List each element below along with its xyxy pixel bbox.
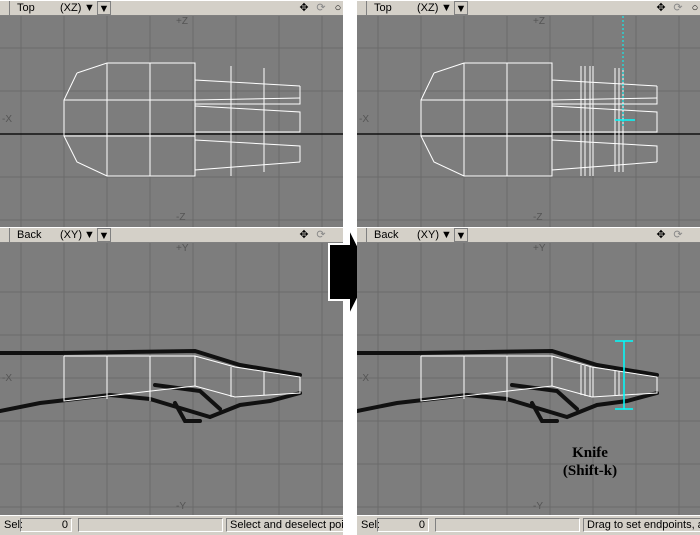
- zoom-icon[interactable]: ○: [687, 1, 700, 15]
- axis-left-label: -X: [359, 114, 369, 125]
- axis-top-label: +Y: [176, 243, 189, 254]
- axis-top-label: +Z: [176, 16, 188, 27]
- move-icon[interactable]: ✥: [653, 1, 669, 15]
- axis-left-label: -X: [2, 114, 12, 125]
- top-viewport-header: Top (XZ) ▼ ▼ ✥ ⟳ ○: [0, 0, 343, 16]
- status-bar: Sel: 0 Drag to set endpoints, a: [357, 515, 700, 535]
- axis-bottom-label: -Z: [176, 212, 186, 223]
- back-viewport[interactable]: +Y -Y -X: [0, 243, 343, 515]
- dropdown-arrow-icon[interactable]: ▼: [441, 228, 452, 242]
- sel-count: 0: [377, 518, 429, 532]
- back-viewport-header: Back (XY) ▼ ▼ ✥ ⟳: [357, 227, 700, 243]
- caption-shortcut: (Shift-k): [562, 463, 618, 479]
- axis-left-label: -X: [2, 373, 12, 384]
- view-type-dropdown[interactable]: ▼: [454, 228, 468, 242]
- progress-field: [78, 518, 223, 532]
- sel-count: 0: [20, 518, 72, 532]
- top-viewport-header: Top (XZ) ▼ ▼ ✥ ⟳ ○: [357, 0, 700, 16]
- axis-bottom-label: -Y: [176, 501, 186, 512]
- axis-left-label: -X: [359, 373, 369, 384]
- left-panel: Top (XZ) ▼ ▼ ✥ ⟳ ○ +Z -Z -X Back (XY) ▼ …: [0, 0, 343, 535]
- dropdown-arrow-icon[interactable]: ▼: [84, 228, 95, 242]
- top-viewport-canvas: [357, 16, 700, 227]
- view-type-dropdown[interactable]: ▼: [97, 228, 111, 242]
- view-name[interactable]: Top: [14, 1, 61, 15]
- back-viewport-canvas: [0, 243, 343, 515]
- status-message: Select and deselect poi: [226, 518, 343, 532]
- viewport-menu-button[interactable]: [0, 1, 10, 15]
- move-icon[interactable]: ✥: [296, 228, 312, 242]
- top-viewport-canvas: [0, 16, 343, 227]
- back-viewport-header: Back (XY) ▼ ▼ ✥ ⟳: [0, 227, 343, 243]
- axis-bottom-label: -Z: [533, 212, 543, 223]
- grid: [357, 16, 700, 227]
- viewport-menu-button[interactable]: [357, 1, 367, 15]
- view-name[interactable]: Top: [371, 1, 418, 15]
- rotate-icon[interactable]: ⟳: [670, 1, 686, 15]
- rotate-icon[interactable]: ⟳: [670, 228, 686, 242]
- axis-top-label: +Y: [533, 243, 546, 254]
- view-name[interactable]: Back: [14, 228, 61, 242]
- hand-mesh: [63, 62, 301, 177]
- move-icon[interactable]: ✥: [296, 1, 312, 15]
- status-bar: Sel: 0 Select and deselect poi: [0, 515, 343, 535]
- back-viewport-canvas: [357, 243, 700, 515]
- status-message: Drag to set endpoints, a: [583, 518, 700, 532]
- axis-bottom-label: -Y: [533, 501, 543, 512]
- viewport-menu-button[interactable]: [357, 228, 367, 242]
- axis-top-label: +Z: [533, 16, 545, 27]
- view-type-dropdown[interactable]: ▼: [97, 1, 111, 15]
- view-name[interactable]: Back: [371, 228, 418, 242]
- zoom-icon[interactable]: ○: [330, 1, 343, 15]
- grid: [0, 16, 343, 227]
- grid: [0, 243, 343, 515]
- caption-title: Knife: [572, 445, 608, 461]
- grid: [357, 243, 700, 515]
- knife-caption: Knife (Shift-k): [540, 444, 640, 480]
- top-viewport[interactable]: +Z -Z -X: [357, 16, 700, 227]
- view-type-dropdown[interactable]: ▼: [454, 1, 468, 15]
- progress-field: [435, 518, 580, 532]
- move-icon[interactable]: ✥: [653, 228, 669, 242]
- top-viewport[interactable]: +Z -Z -X: [0, 16, 343, 227]
- dropdown-arrow-icon[interactable]: ▼: [441, 1, 452, 15]
- back-viewport[interactable]: +Y -Y -X: [357, 243, 700, 515]
- rotate-icon[interactable]: ⟳: [313, 1, 329, 15]
- viewport-menu-button[interactable]: [0, 228, 10, 242]
- dropdown-arrow-icon[interactable]: ▼: [84, 1, 95, 15]
- right-panel: Top (XZ) ▼ ▼ ✥ ⟳ ○ +Z -Z -X Back (XY) ▼ …: [357, 0, 700, 535]
